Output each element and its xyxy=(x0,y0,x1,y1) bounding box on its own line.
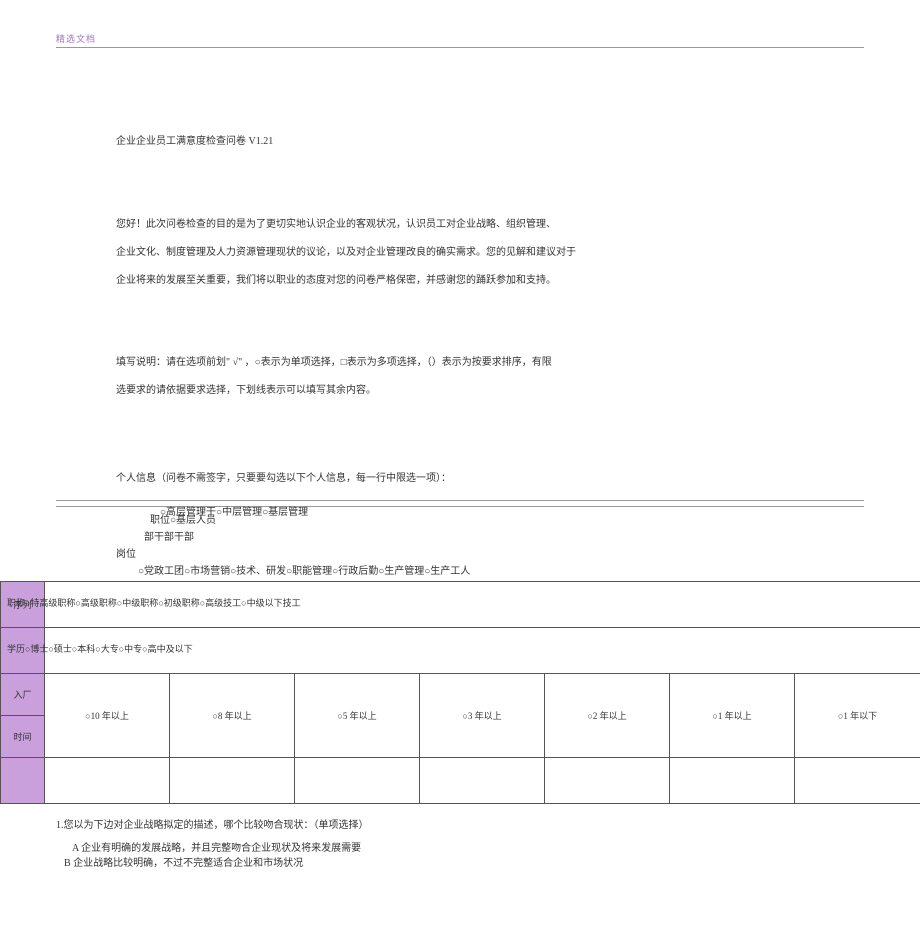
tenure-opt-1: ○8 年以上 xyxy=(170,674,295,758)
entry-label-2: 时间 xyxy=(1,716,45,758)
q1-option-a: A 企业有明确的发展战略，并且完整吻合企业现状及将来发展需要 xyxy=(72,841,864,856)
entry-label-1: 入厂 xyxy=(1,674,45,716)
instruction-line-2: 选要求的请依据要求选择，下划线表示可以填写其余内容。 xyxy=(116,377,864,405)
intro-line-2: 企业文化、制度管理及人力资源管理现状的议论，以及对企业管理改良的确实需求。您的见… xyxy=(116,239,864,267)
doc-header: 精选文档 xyxy=(56,34,96,44)
tenure-opt-3: ○3 年以上 xyxy=(420,674,545,758)
tenure-opt-6: ○1 年以下 xyxy=(795,674,920,758)
intro-line-3: 企业将来的发展至关重要，我们将以职业的态度对您的问卷严格保密，并感谢您的踊跃参加… xyxy=(116,267,864,295)
info-table: 序列 职称○特高级职称○高级职称○中级职称○初级职称○高级技工○中级以下技工 学… xyxy=(0,581,920,804)
tenure-opt-2: ○5 年以上 xyxy=(295,674,420,758)
job-options: ○党政工团○市场营销○技术、研发○职能管理○行政后勤○生产管理○生产工人 xyxy=(138,566,470,577)
tenure-opt-0: ○10 年以上 xyxy=(45,674,170,758)
q1-title: 1.您以为下边对企业战略拟定的描述，哪个比较吻合现状：（单项选择） xyxy=(56,816,864,831)
q1-option-b: B 企业战略比较明确，不过不完整适合企业和市场状况 xyxy=(64,856,864,871)
personal-heading: 个人信息（问卷不需签字，只要要勾选以下个人信息，每一行中限选一项）： xyxy=(116,469,864,484)
tenure-opt-4: ○2 年以上 xyxy=(545,674,670,758)
position-sub: 部干部干部 xyxy=(144,532,194,543)
doc-title: 企业企业员工满意度检查问卷 V1.21 xyxy=(116,136,273,147)
job-label: 岗位 xyxy=(116,549,136,560)
intro-line-1: 您好！此次问卷检查的目的是为了更切实地认识企业的客观状况，认识员工对企业战略、组… xyxy=(116,211,864,239)
title-options: 职称○特高级职称○高级职称○中级职称○初级职称○高级技工○中级以下技工 xyxy=(7,596,301,609)
tenure-opt-5: ○1 年以上 xyxy=(670,674,795,758)
education-options: 学历○博士○硕士○本科○大专○中专○高中及以下 xyxy=(7,642,193,655)
instruction-line-1: 填写说明：请在选项前划" √" ，○表示为单项选择，□表示为多项选择，（）表示为… xyxy=(116,349,864,377)
position-label: 职位○基层人员 xyxy=(150,515,216,526)
